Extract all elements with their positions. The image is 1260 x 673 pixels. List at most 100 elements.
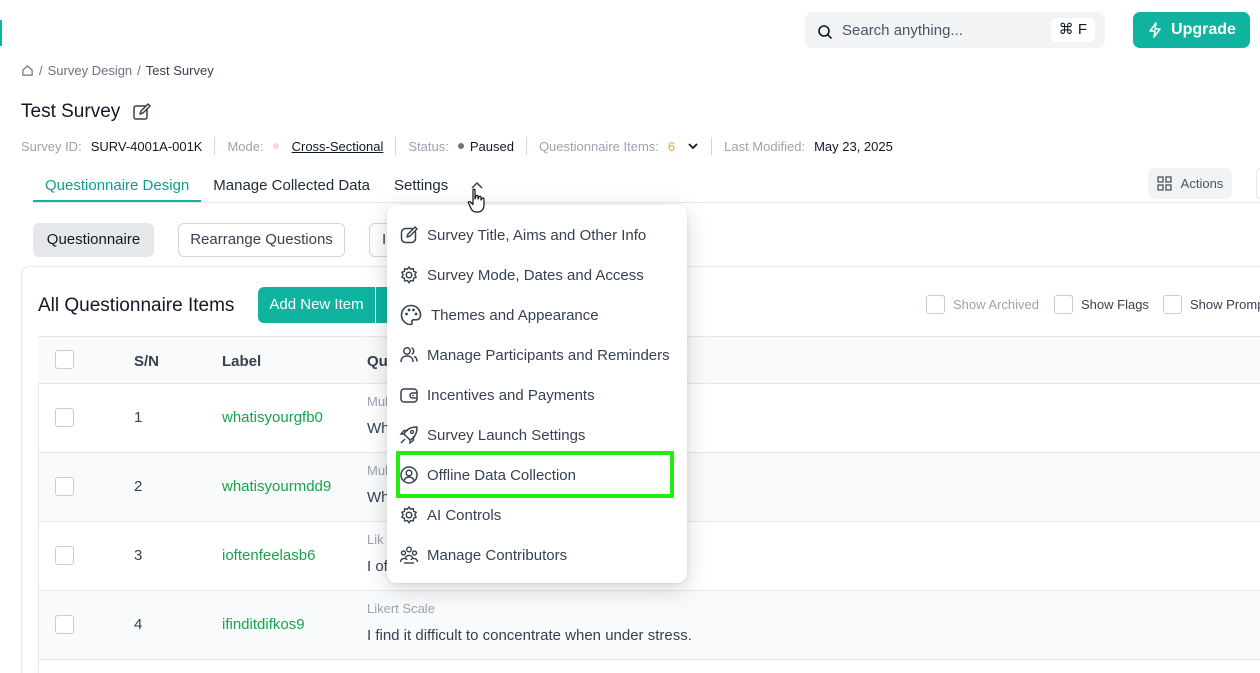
menu-item-contributors[interactable]: Manage Contributors bbox=[387, 535, 687, 575]
select-all-checkbox[interactable] bbox=[55, 350, 74, 369]
row-sn: 1 bbox=[134, 409, 143, 426]
add-new-item-button[interactable]: Add New Item bbox=[258, 287, 375, 323]
table-left-border bbox=[38, 384, 39, 673]
gear-icon bbox=[401, 266, 417, 284]
menu-item-label: Survey Mode, Dates and Access bbox=[427, 266, 644, 284]
menu-item-launch-settings[interactable]: Survey Launch Settings bbox=[387, 415, 687, 455]
menu-item-incentives[interactable]: Incentives and Payments bbox=[387, 375, 687, 415]
card-title: All Questionnaire Items bbox=[38, 295, 235, 316]
breadcrumb-separator: / bbox=[137, 63, 141, 78]
overflow-button[interactable] bbox=[1256, 168, 1260, 199]
tab-questionnaire-design[interactable]: Questionnaire Design bbox=[33, 170, 202, 202]
chevron-down-icon[interactable] bbox=[687, 140, 699, 152]
upgrade-label: Upgrade bbox=[1171, 21, 1236, 38]
header-question: Qu bbox=[367, 353, 388, 370]
items-label: Questionnaire Items: bbox=[538, 138, 659, 154]
show-prompts-toggle[interactable]: Show Promp bbox=[1163, 295, 1260, 314]
row-question-text: I find it difficult to concentrate when … bbox=[367, 627, 692, 644]
mode-value-link[interactable]: Cross-Sectional bbox=[292, 139, 384, 154]
row-question-type: Mul bbox=[367, 463, 388, 478]
wallet-icon bbox=[400, 388, 418, 403]
search-icon bbox=[818, 25, 833, 40]
show-flags-label: Show Flags bbox=[1081, 297, 1149, 312]
upgrade-button[interactable]: Upgrade bbox=[1133, 12, 1250, 48]
row-question-type: Mul bbox=[367, 394, 388, 409]
menu-item-survey-mode[interactable]: Survey Mode, Dates and Access bbox=[387, 255, 687, 295]
title-row: Test Survey bbox=[21, 101, 152, 123]
menu-item-survey-title[interactable]: Survey Title, Aims and Other Info bbox=[387, 215, 687, 255]
row-label[interactable]: whatisyourmdd9 bbox=[222, 478, 331, 495]
table-row[interactable]: 4 ifinditdifkos9 Likert Scale I find it … bbox=[38, 591, 1260, 660]
divider bbox=[214, 137, 216, 155]
show-flags-checkbox[interactable] bbox=[1054, 295, 1073, 314]
page-title: Test Survey bbox=[21, 101, 121, 122]
row-question-type: Lik bbox=[367, 532, 384, 547]
rearrange-questions-button[interactable]: Rearrange Questions bbox=[178, 223, 345, 257]
users-icon bbox=[400, 347, 418, 363]
tab-bar: Questionnaire Design Manage Collected Da… bbox=[33, 170, 460, 202]
search-shortcut: ⌘ F bbox=[1050, 18, 1095, 42]
mode-label: Mode: bbox=[227, 138, 264, 154]
team-icon bbox=[399, 546, 419, 564]
survey-id-label: Survey ID: bbox=[21, 138, 82, 154]
row-label[interactable]: whatisyourgfb0 bbox=[222, 409, 323, 426]
row-checkbox[interactable] bbox=[55, 615, 74, 634]
show-prompts-label: Show Promp bbox=[1190, 297, 1260, 312]
show-prompts-checkbox[interactable] bbox=[1163, 295, 1182, 314]
modified-value: May 23, 2025 bbox=[814, 138, 893, 154]
edit-icon bbox=[400, 226, 418, 244]
survey-meta: Survey ID: SURV-4001A-001K Mode: Cross-S… bbox=[21, 137, 893, 155]
actions-button[interactable]: Actions bbox=[1148, 168, 1232, 199]
menu-item-label: Incentives and Payments bbox=[427, 386, 595, 404]
tab-manage-collected-data[interactable]: Manage Collected Data bbox=[201, 170, 382, 202]
menu-item-themes[interactable]: Themes and Appearance bbox=[387, 295, 687, 335]
breadcrumb-survey-design[interactable]: Survey Design bbox=[48, 63, 133, 78]
hand-cursor-icon bbox=[467, 188, 485, 213]
mode-dot-icon bbox=[272, 143, 279, 149]
questionnaire-button[interactable]: Questionnaire bbox=[33, 223, 154, 257]
breadcrumb-current: Test Survey bbox=[145, 63, 214, 78]
status-label: Status: bbox=[408, 138, 449, 154]
tab-settings[interactable]: Settings bbox=[382, 170, 460, 202]
row-checkbox[interactable] bbox=[55, 477, 74, 496]
row-sn: 2 bbox=[134, 478, 143, 495]
actions-label: Actions bbox=[1180, 176, 1224, 191]
row-label[interactable]: ifinditdifkos9 bbox=[222, 616, 305, 633]
search-placeholder[interactable]: Search anything... bbox=[842, 22, 963, 39]
home-icon[interactable] bbox=[21, 64, 34, 77]
menu-item-label: Manage Participants and Reminders bbox=[427, 346, 670, 364]
search-box[interactable]: Search anything... ⌘ F bbox=[805, 12, 1105, 48]
menu-item-offline-data-collection[interactable]: Offline Data Collection bbox=[387, 455, 687, 495]
row-question-text: I of bbox=[367, 558, 388, 575]
lightning-icon bbox=[1149, 22, 1161, 38]
menu-item-ai-controls[interactable]: AI Controls bbox=[387, 495, 687, 535]
menu-item-label: Survey Title, Aims and Other Info bbox=[427, 226, 647, 244]
menu-item-label: Manage Contributors bbox=[427, 546, 568, 564]
menu-item-label: Offline Data Collection bbox=[427, 466, 576, 484]
row-checkbox[interactable] bbox=[55, 546, 74, 565]
row-label[interactable]: ioftenfeelasb6 bbox=[222, 547, 315, 564]
tabs-divider bbox=[33, 202, 1260, 203]
menu-item-participants[interactable]: Manage Participants and Reminders bbox=[387, 335, 687, 375]
status-value: Paused bbox=[469, 138, 514, 154]
survey-id-value: SURV-4001A-001K bbox=[90, 138, 203, 154]
breadcrumb-separator: / bbox=[39, 63, 43, 78]
rocket-icon bbox=[399, 426, 418, 445]
row-sn: 4 bbox=[134, 616, 143, 633]
edit-title-icon[interactable] bbox=[132, 102, 152, 122]
row-checkbox[interactable] bbox=[55, 408, 74, 427]
menu-item-label: AI Controls bbox=[427, 506, 502, 524]
status-dot-icon bbox=[457, 143, 464, 149]
row-question-type: Likert Scale bbox=[367, 601, 435, 616]
divider bbox=[525, 137, 527, 155]
divider bbox=[395, 137, 397, 155]
grid-icon bbox=[1157, 176, 1172, 191]
header-sn: S/N bbox=[134, 353, 160, 370]
show-archived-toggle[interactable]: Show Archived bbox=[926, 295, 1039, 314]
row-sn: 3 bbox=[134, 547, 143, 564]
show-archived-checkbox[interactable] bbox=[926, 295, 945, 314]
settings-dropdown: Survey Title, Aims and Other Info Survey… bbox=[387, 205, 687, 583]
menu-item-label: Survey Launch Settings bbox=[427, 426, 586, 444]
left-accent-bar bbox=[0, 20, 2, 46]
show-flags-toggle[interactable]: Show Flags bbox=[1054, 295, 1149, 314]
